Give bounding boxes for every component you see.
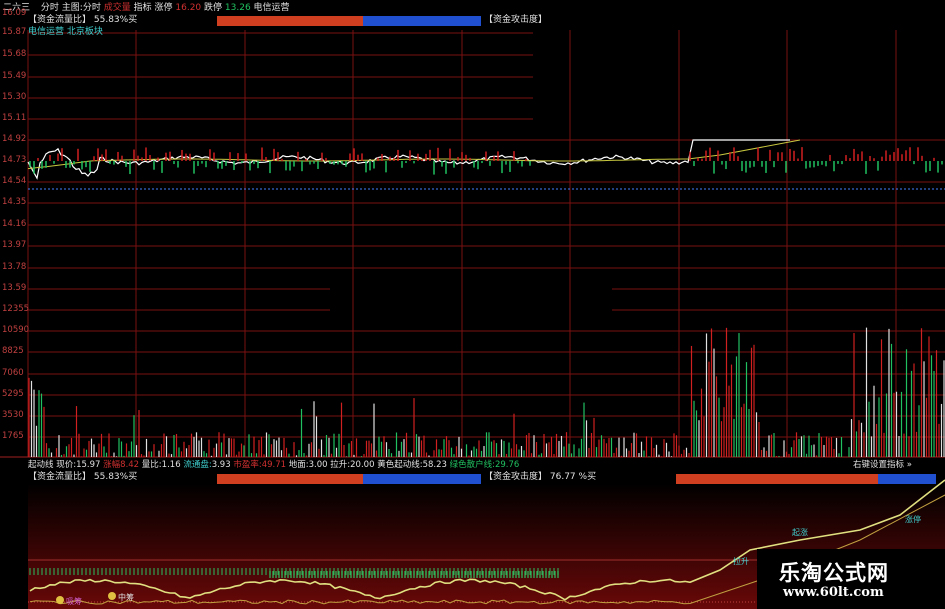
tag-region[interactable]: 北京板块	[67, 27, 103, 37]
change-value: 8.42	[120, 460, 140, 470]
menu-item-volume[interactable]: 成交量	[104, 3, 131, 13]
avg-line	[27, 139, 801, 170]
sector-label: 电信运营	[253, 3, 290, 13]
menu-item-main-chart[interactable]: 主图:分时	[62, 3, 101, 13]
fund-flow-header: 【资金流量比】 55.83%买	[28, 14, 137, 26]
tag-row: 电信运营 北京板块	[28, 26, 103, 38]
marker-dot	[56, 596, 64, 604]
attack-title: 【资金攻击度】	[484, 15, 548, 25]
pull-label: 拉升:	[330, 460, 351, 470]
y-tick-label: 15.87	[2, 27, 27, 37]
menu-item-fenshi[interactable]: 分时	[41, 3, 59, 13]
y-tick-label: 15.30	[2, 92, 27, 102]
y-tick-label: 7060	[2, 368, 24, 378]
y-tick-label: 16.09	[2, 8, 27, 18]
y-tick-label: 12355	[2, 304, 30, 314]
base-label: 地面:	[288, 460, 309, 470]
y-tick-label: 15.49	[2, 71, 27, 81]
pe-value: 49.71	[261, 460, 287, 470]
watermark-title: 乐淘公式网	[779, 561, 889, 585]
yellow-label: 黄色起动线:	[377, 460, 423, 470]
fund-flow-bar-buy	[217, 16, 363, 26]
lower-attack-header: 【资金攻击度】 76.77 %买	[484, 471, 596, 483]
limit-down-value: 13.26	[224, 3, 251, 13]
fund-flow-title: 【资金流量比】	[28, 15, 92, 25]
y-tick-label: 10590	[2, 325, 30, 335]
limit-up-label: 涨停	[154, 3, 173, 13]
chart-canvas	[0, 0, 945, 609]
top-header: 二六三 分时 主图:分时 成交量 指标 涨停 16.20 跌停 13.26 电信…	[3, 2, 290, 14]
lower-attack-bar-sell	[878, 474, 936, 484]
y-tick-label: 13.78	[2, 262, 27, 272]
y-tick-label: 14.92	[2, 134, 27, 144]
lower-fund-flow-title: 【资金流量比】	[28, 472, 92, 482]
lower-fund-flow-bar-buy	[217, 474, 363, 484]
lower-attack-value: 76.77 %买	[549, 472, 597, 482]
y-tick-label: 14.35	[2, 197, 27, 207]
marker-dot	[108, 592, 116, 600]
float-value: 3.93	[211, 460, 231, 470]
green-label: 绿色散户线:	[449, 460, 495, 470]
watermark-url: www.60lt.com	[783, 585, 884, 600]
annotation-mid: 中筹	[118, 593, 134, 602]
annotation-rise: 起涨	[792, 528, 808, 537]
y-tick-label: 5295	[2, 389, 24, 399]
lower-attack-bar-buy	[676, 474, 878, 484]
menu-item-indicator[interactable]: 指标	[134, 3, 152, 13]
info-line: 起动线 现价:15.97 涨幅8.42 量比:1.16 流通盘:3.93 市盈率…	[28, 459, 519, 471]
y-tick-label: 15.68	[2, 49, 27, 59]
lower-attack-title: 【资金攻击度】	[484, 472, 548, 482]
lower-fund-flow-value: 55.83%买	[93, 472, 138, 482]
watermark: 乐淘公式网 www.60lt.com	[757, 549, 945, 609]
y-tick-label: 13.97	[2, 240, 27, 250]
price-value: 15.97	[76, 460, 101, 470]
settings-link[interactable]: 右键设置指标 »	[853, 459, 912, 471]
green-value: 29.76	[494, 460, 520, 470]
annotation-pull: 拉升	[733, 557, 749, 566]
tag-sector[interactable]: 电信运营	[28, 27, 64, 37]
change-label: 涨幅	[103, 460, 121, 470]
y-tick-label: 14.54	[2, 176, 27, 186]
lower-fund-flow-bar-sell	[363, 474, 481, 484]
yellow-value: 58.23	[422, 460, 447, 470]
base-value: 3.00	[308, 460, 328, 470]
y-tick-label: 1765	[2, 431, 24, 441]
mask-top-right	[533, 0, 945, 137]
y-tick-label: 14.73	[2, 155, 27, 165]
annotation-absorb: 吸筹	[66, 597, 82, 606]
y-tick-label: 14.16	[2, 219, 27, 229]
indicator-name[interactable]: 起动线	[28, 460, 54, 470]
y-tick-label: 15.11	[2, 113, 27, 123]
float-label: 流通盘:	[183, 460, 212, 470]
vol-ratio-label: 量比:	[141, 460, 162, 470]
limit-down-label: 跌停	[204, 3, 223, 13]
pull-value: 20.00	[350, 460, 375, 470]
annotation-limit: 涨停	[905, 515, 921, 524]
vol-ratio-value: 1.16	[161, 460, 181, 470]
lower-fund-flow-header: 【资金流量比】 55.83%买	[28, 471, 137, 483]
pe-label: 市盈率:	[233, 460, 262, 470]
price-label: 现价:	[56, 460, 77, 470]
fund-flow-value: 55.83%买	[93, 15, 138, 25]
fund-flow-bar-sell	[363, 16, 481, 26]
limit-up-value: 16.20	[175, 3, 202, 13]
y-tick-label: 8825	[2, 346, 24, 356]
y-tick-label: 13.59	[2, 283, 27, 293]
y-tick-label: 3530	[2, 410, 24, 420]
